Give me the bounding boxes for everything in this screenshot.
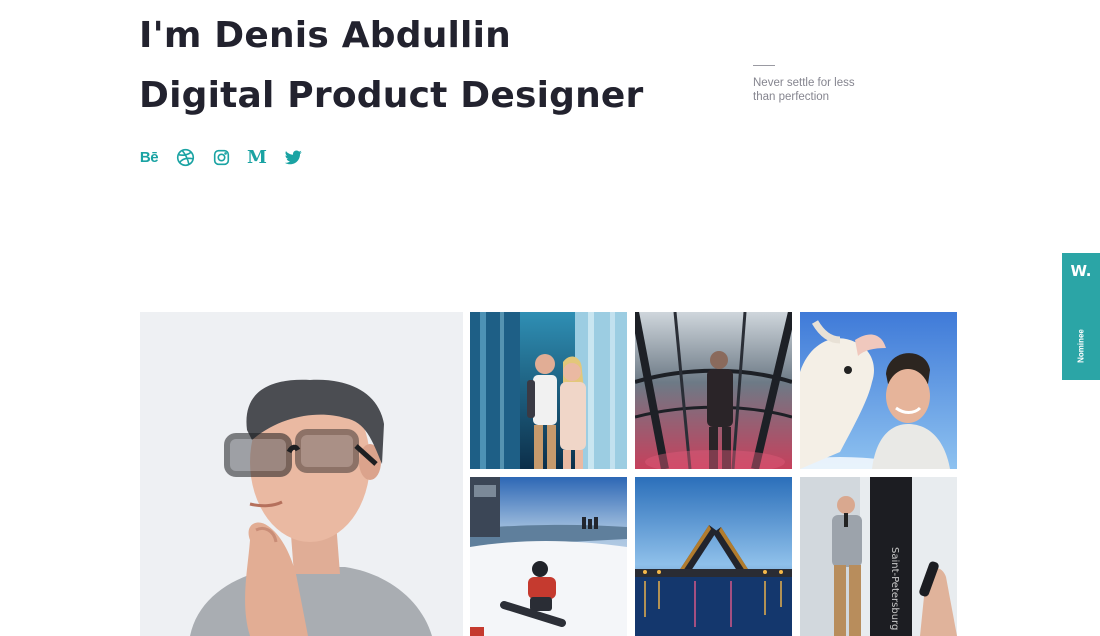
tagline-line-1: Never settle for less bbox=[753, 77, 855, 89]
man-glass-dome-photo[interactable] bbox=[635, 312, 792, 469]
goat-selfie-photo[interactable] bbox=[800, 312, 957, 469]
snowboarder-photo[interactable] bbox=[470, 477, 627, 636]
tagline: Never settle for less than perfection bbox=[753, 76, 913, 104]
nominee-label: Nominee bbox=[1076, 329, 1086, 363]
instagram-icon[interactable] bbox=[211, 147, 231, 167]
photo-gallery: Saint-Petersburg bbox=[140, 312, 957, 636]
awwwards-nominee-badge[interactable]: W. Nominee bbox=[1062, 253, 1100, 380]
hero-name-line: I'm Denis Abdullin bbox=[139, 15, 511, 56]
hero-role-line: Digital Product Designer bbox=[139, 75, 644, 116]
speaker-conference-photo[interactable]: Saint-Petersburg bbox=[800, 477, 957, 636]
hero-title: I'm Denis Abdullin Digital Product Desig… bbox=[139, 6, 644, 126]
dribbble-icon[interactable] bbox=[175, 147, 195, 167]
tagline-divider bbox=[753, 65, 775, 66]
tagline-line-2: than perfection bbox=[753, 91, 830, 103]
behance-icon[interactable]: Bē bbox=[139, 147, 159, 167]
banner-text: Saint-Petersburg bbox=[889, 547, 900, 630]
drawbridge-night-photo[interactable] bbox=[635, 477, 792, 636]
social-links: Bē M bbox=[139, 146, 303, 168]
twitter-icon[interactable] bbox=[283, 147, 303, 167]
portrait-photo[interactable] bbox=[140, 312, 463, 636]
awwwards-logo: W. bbox=[1070, 262, 1092, 280]
couple-skyscrapers-photo[interactable] bbox=[470, 312, 627, 469]
medium-icon[interactable]: M bbox=[247, 147, 267, 168]
